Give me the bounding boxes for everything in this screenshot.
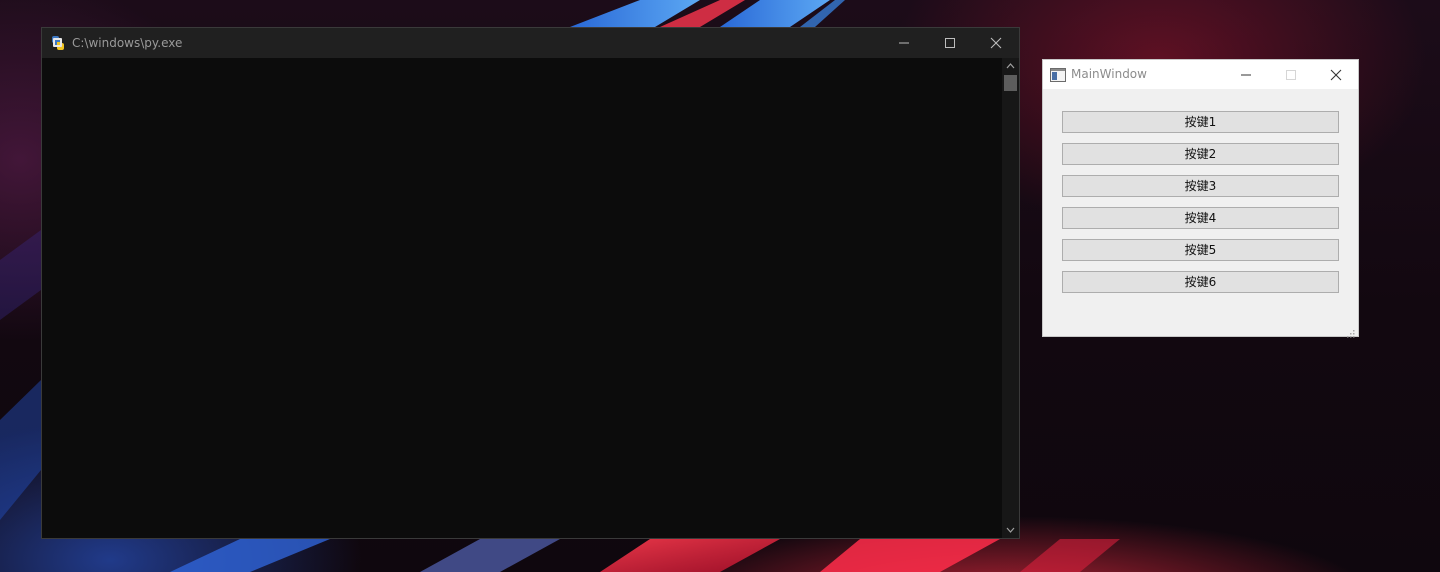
minimize-icon (899, 42, 909, 44)
chevron-down-icon (1006, 527, 1015, 533)
main-window: MainWindow 按键1 按键2 按键3 按键4 按键5 按键6 (1042, 59, 1359, 338)
window-icon (1050, 67, 1066, 82)
maximize-icon (1286, 70, 1296, 80)
close-icon (1330, 69, 1342, 81)
scroll-down-button[interactable] (1002, 522, 1019, 538)
console-minimize-button[interactable] (881, 28, 927, 58)
main-window-minimize-button[interactable] (1223, 60, 1269, 89)
main-window-titlebar[interactable]: MainWindow (1043, 60, 1358, 89)
scroll-up-button[interactable] (1002, 58, 1019, 74)
console-title: C:\windows\py.exe (72, 36, 183, 50)
button-3[interactable]: 按键3 (1062, 175, 1339, 197)
python-icon (50, 35, 66, 51)
console-window: C:\windows\py.exe (41, 27, 1020, 539)
resize-grip-icon[interactable] (1346, 324, 1356, 338)
button-2[interactable]: 按键2 (1062, 143, 1339, 165)
console-maximize-button[interactable] (927, 28, 973, 58)
chevron-up-icon (1006, 63, 1015, 69)
close-icon (990, 37, 1002, 49)
button-list: 按键1 按键2 按键3 按键4 按键5 按键6 (1062, 111, 1339, 303)
button-1[interactable]: 按键1 (1062, 111, 1339, 133)
console-titlebar[interactable]: C:\windows\py.exe (42, 28, 1019, 58)
button-6[interactable]: 按键6 (1062, 271, 1339, 293)
main-window-close-button[interactable] (1313, 60, 1359, 89)
maximize-icon (945, 38, 955, 48)
console-output-area[interactable] (42, 58, 1002, 538)
button-4[interactable]: 按键4 (1062, 207, 1339, 229)
main-window-maximize-button[interactable] (1268, 60, 1314, 89)
button-5[interactable]: 按键5 (1062, 239, 1339, 261)
minimize-icon (1241, 74, 1251, 76)
console-close-button[interactable] (973, 28, 1019, 58)
main-window-title: MainWindow (1071, 67, 1147, 81)
console-scrollbar[interactable] (1002, 58, 1019, 538)
scroll-thumb[interactable] (1004, 75, 1017, 91)
